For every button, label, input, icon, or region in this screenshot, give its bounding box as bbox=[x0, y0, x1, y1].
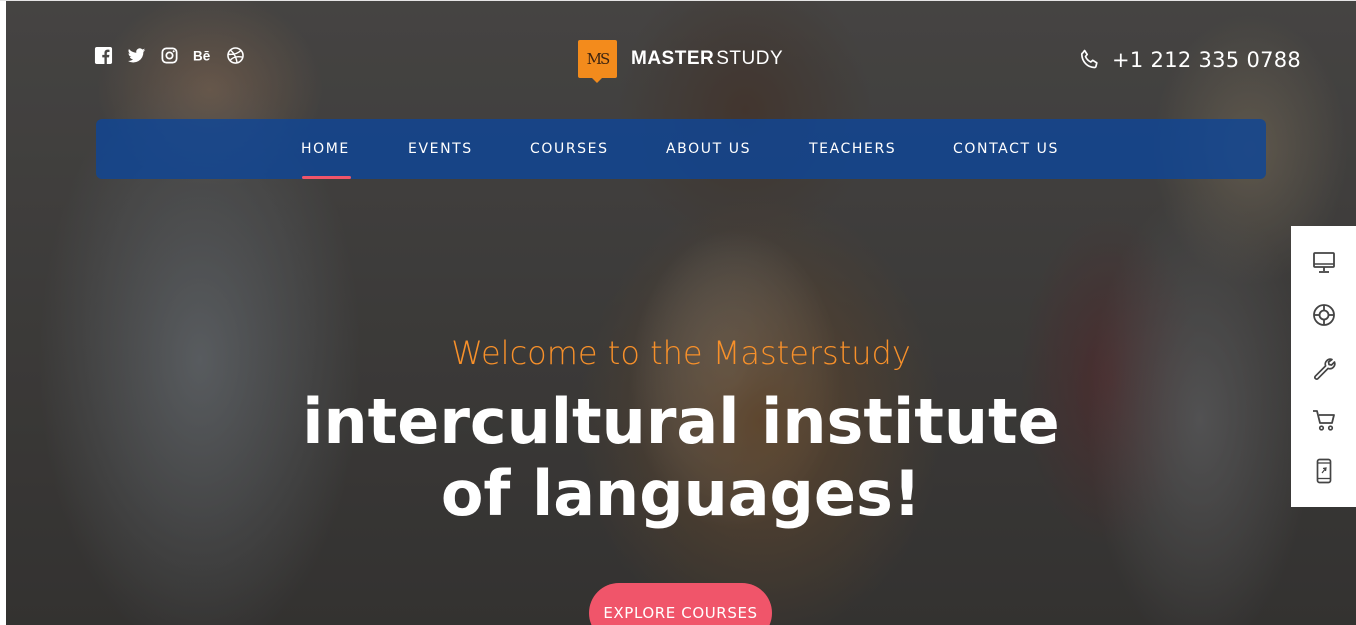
hero-headline-line-1: intercultural institute bbox=[302, 385, 1060, 458]
hero-headline-line-2: of languages! bbox=[440, 457, 922, 530]
main-navigation: HOME EVENTS COURSES ABOUT US TEACHERS CO… bbox=[96, 119, 1266, 179]
nav-item-about-us[interactable]: ABOUT US bbox=[666, 141, 751, 157]
phone-icon bbox=[1080, 49, 1098, 69]
nav-item-courses[interactable]: COURSES bbox=[530, 141, 609, 157]
social-links: Bē bbox=[94, 46, 245, 65]
dribbble-icon[interactable] bbox=[226, 46, 245, 65]
desktop-icon[interactable] bbox=[1310, 249, 1337, 276]
logo-text-bold: MASTER bbox=[631, 48, 715, 69]
phone-contact[interactable]: +1 212 335 0788 bbox=[1078, 48, 1301, 72]
lifebuoy-icon[interactable] bbox=[1310, 301, 1337, 328]
page-top-edge bbox=[0, 0, 1356, 1]
twitter-icon[interactable] bbox=[127, 46, 146, 65]
logo-mark: MS bbox=[578, 40, 617, 83]
phone-number: +1 212 335 0788 bbox=[1112, 48, 1302, 72]
nav-active-indicator bbox=[302, 176, 351, 179]
page-left-edge bbox=[0, 0, 6, 625]
hero-background-image bbox=[0, 0, 1356, 625]
hero-welcome-text: Welcome to the Masterstudy bbox=[451, 334, 911, 372]
nav-item-home[interactable]: HOME bbox=[301, 141, 350, 157]
behance-icon[interactable]: Bē bbox=[193, 46, 212, 65]
nav-item-contact-us[interactable]: CONTACT US bbox=[953, 141, 1059, 157]
site-logo[interactable]: MS MASTER STUDY bbox=[578, 40, 783, 83]
logo-text-light: STUDY bbox=[716, 48, 784, 69]
instagram-icon[interactable] bbox=[160, 46, 179, 65]
logo-text: MASTER STUDY bbox=[631, 48, 783, 70]
explore-courses-button[interactable]: EXPLORE COURSES bbox=[589, 583, 772, 625]
facebook-icon[interactable] bbox=[94, 46, 113, 65]
nav-item-teachers[interactable]: TEACHERS bbox=[809, 141, 896, 157]
nav-item-events[interactable]: EVENTS bbox=[408, 141, 473, 157]
hero-headline: intercultural institute of languages! bbox=[0, 386, 1356, 530]
svg-text:Bē: Bē bbox=[193, 48, 211, 63]
